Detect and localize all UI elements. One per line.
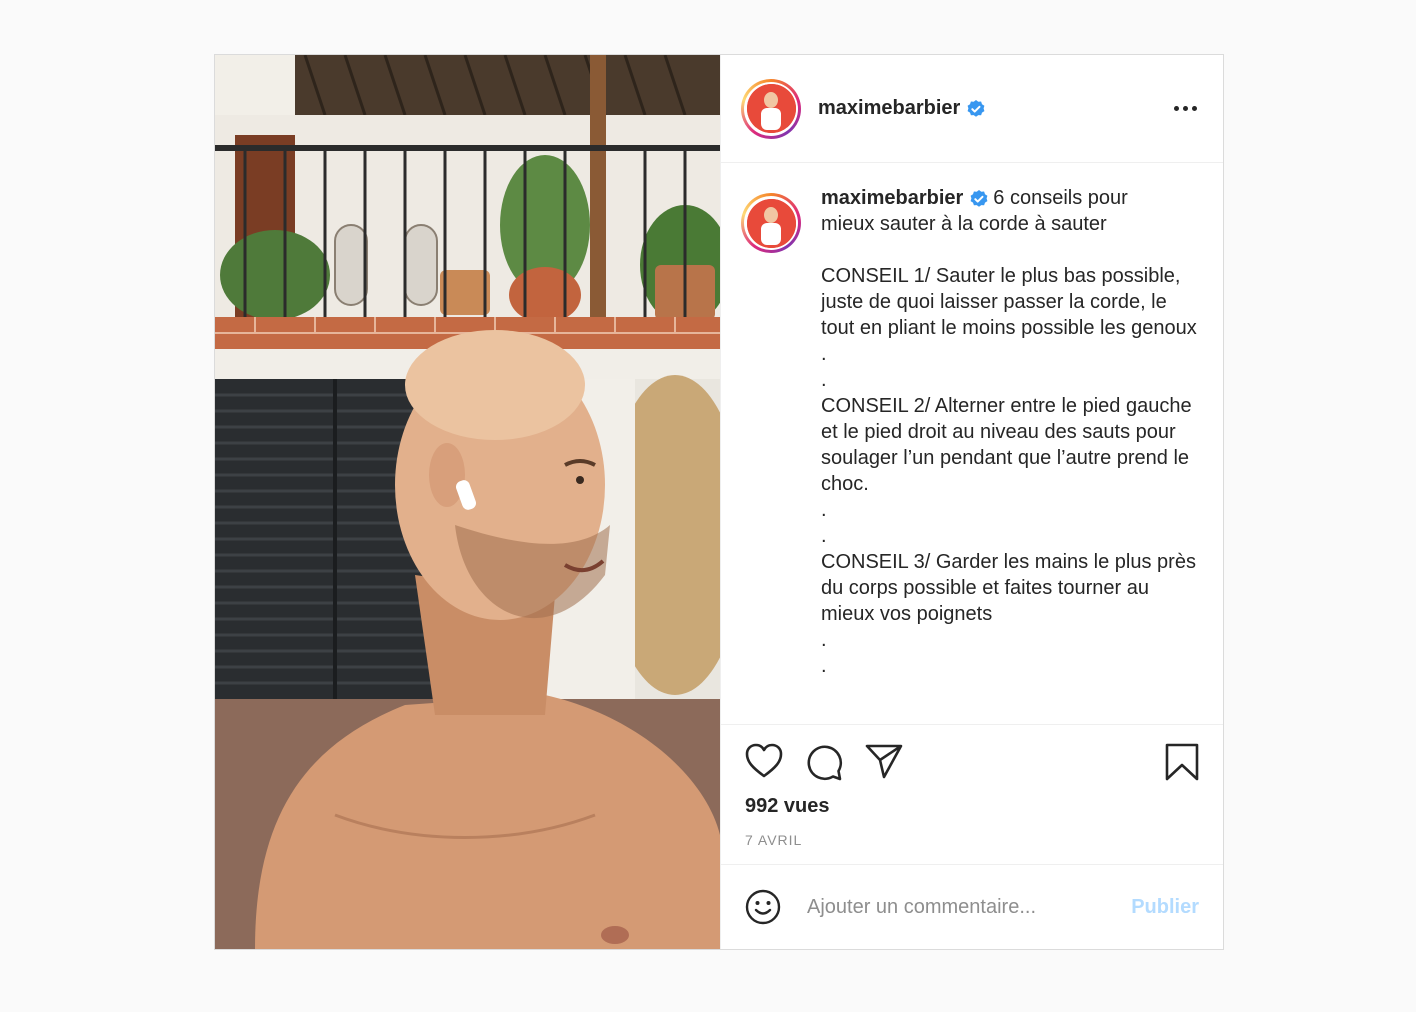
caption: maximebarbier 6 conseils pour mieux saute… <box>741 185 1203 679</box>
comment-icon[interactable] <box>805 743 843 781</box>
add-comment-bar: Publier <box>721 865 1223 949</box>
caption-avatar <box>746 198 796 248</box>
bookmark-icon[interactable] <box>1165 743 1199 781</box>
caption-text: 6 conseils pour mieux sauter à la corde … <box>821 187 1197 677</box>
publish-button[interactable]: Publier <box>1131 896 1199 919</box>
caption-avatar-picture <box>746 198 796 248</box>
post-date[interactable]: 7 AVRIL <box>745 832 802 848</box>
view-count[interactable]: 992 vues <box>745 795 830 818</box>
emoji-icon[interactable] <box>745 889 781 925</box>
comments-area[interactable]: maximebarbier 6 conseils pour mieux saute… <box>721 163 1223 725</box>
caption-verified-badge-icon <box>970 189 988 207</box>
caption-story-ring[interactable] <box>741 193 801 253</box>
more-options-icon[interactable] <box>1172 100 1199 117</box>
post-actions: 992 vues 7 AVRIL <box>721 725 1223 865</box>
header-username[interactable]: maximebarbier <box>818 97 960 120</box>
post-sidebar: maximebarbier maximebarbier 6 conseils p… <box>720 55 1223 949</box>
post-header: maximebarbier <box>721 55 1223 163</box>
instagram-post: maximebarbier maximebarbier 6 conseils p… <box>214 54 1224 950</box>
avatar-picture <box>746 84 796 133</box>
share-icon[interactable] <box>865 743 903 779</box>
avatar <box>746 84 796 133</box>
post-media[interactable] <box>215 55 720 949</box>
post-photo <box>215 55 720 949</box>
comment-input[interactable] <box>805 894 1109 920</box>
heart-icon[interactable] <box>745 743 783 779</box>
verified-badge-icon <box>967 99 985 117</box>
story-ring[interactable] <box>741 78 801 139</box>
caption-username[interactable]: maximebarbier <box>821 187 963 209</box>
